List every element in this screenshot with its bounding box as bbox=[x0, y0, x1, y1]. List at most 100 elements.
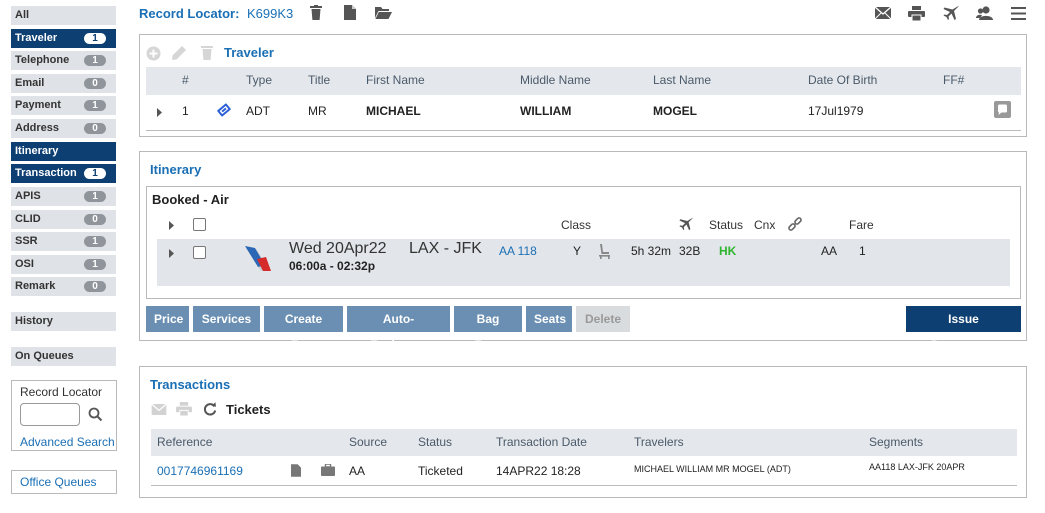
sidebar-item-payment[interactable]: Payment 1 bbox=[11, 96, 116, 115]
tickets-heading: Tickets bbox=[226, 402, 271, 417]
sidebar-item-label: Transaction bbox=[15, 167, 77, 179]
document-icon[interactable] bbox=[344, 5, 356, 20]
segment-checkbox[interactable] bbox=[193, 246, 206, 259]
trash-icon[interactable] bbox=[201, 45, 213, 60]
sidebar-item-label: OSI bbox=[15, 258, 34, 270]
flight-number-link[interactable]: AA 118 bbox=[499, 244, 537, 258]
ticket-icon bbox=[216, 102, 232, 118]
itinerary-section-title: Itinerary bbox=[150, 162, 202, 177]
trash-icon[interactable] bbox=[310, 5, 322, 20]
sidebar-history[interactable]: History bbox=[11, 312, 116, 331]
sidebar-on-queues[interactable]: On Queues bbox=[11, 347, 116, 366]
traveler-num: 1 bbox=[182, 104, 189, 118]
count-badge: 1 bbox=[84, 236, 106, 247]
seat-icon[interactable] bbox=[597, 243, 611, 259]
segment-duration: 5h 32m bbox=[631, 244, 672, 258]
col-header-reference: Reference bbox=[157, 435, 213, 449]
sidebar-item-apis[interactable]: APIS 1 bbox=[11, 187, 116, 206]
services-button[interactable]: Services bbox=[193, 306, 260, 332]
col-header-first-name: First Name bbox=[366, 73, 425, 87]
ticket-date: 14APR22 18:28 bbox=[496, 464, 581, 478]
col-header-status: Status bbox=[709, 218, 744, 232]
col-header-travelers: Travelers bbox=[634, 435, 684, 449]
sidebar-item-address[interactable]: Address 0 bbox=[11, 119, 116, 138]
record-locator-search-box: Record Locator Advanced Search bbox=[11, 380, 117, 451]
edit-icon[interactable] bbox=[172, 46, 186, 60]
itinerary-panel: Itinerary Booked - Air Class Status Cnx … bbox=[139, 151, 1027, 352]
briefcase-icon[interactable] bbox=[321, 464, 335, 476]
advanced-search-link[interactable]: Advanced Search bbox=[20, 435, 115, 449]
sidebar-item-all[interactable]: All bbox=[11, 6, 116, 25]
folder-open-icon[interactable] bbox=[375, 6, 392, 19]
col-header-transaction-date: Transaction Date bbox=[496, 435, 587, 449]
transactions-panel: Transactions Tickets Reference Source St… bbox=[139, 366, 1027, 498]
traveler-title: MR bbox=[308, 104, 327, 118]
sidebar-item-remark[interactable]: Remark 0 bbox=[11, 277, 116, 296]
count-badge: 0 bbox=[84, 281, 106, 292]
fare-number: 1 bbox=[859, 244, 866, 258]
traveler-panel: Traveler # Type Title First Name Middle … bbox=[139, 34, 1027, 137]
office-queues-link[interactable]: Office Queues bbox=[11, 470, 117, 494]
col-header-dob: Date Of Birth bbox=[808, 73, 878, 87]
price-button[interactable]: Price bbox=[146, 306, 189, 332]
expand-arrow-icon[interactable] bbox=[157, 108, 163, 117]
sidebar-item-telephone[interactable]: Telephone 1 bbox=[11, 51, 116, 70]
flight-segment-row[interactable]: Wed 20Apr22 06:00a - 02:32p LAX - JFK AA… bbox=[157, 239, 1010, 286]
sidebar-item-traveler[interactable]: Traveler 1 bbox=[11, 29, 116, 48]
traveler-table-header: # Type Title First Name Middle Name Last… bbox=[146, 67, 1021, 95]
ticket-status: Ticketed bbox=[418, 464, 463, 478]
segment-route: LAX - JFK bbox=[409, 240, 482, 257]
sidebar-item-transaction[interactable]: Transaction 1 bbox=[11, 164, 116, 183]
envelope-icon[interactable] bbox=[875, 7, 891, 19]
col-header-fare: Fare bbox=[849, 218, 874, 232]
record-locator-value: K699K3 bbox=[247, 6, 294, 21]
auto-exchange-button[interactable]: Auto-Exchange bbox=[347, 306, 450, 352]
table-row[interactable]: 1 ADT MR MICHAEL WILLIAM MOGEL 17Jul1979 bbox=[146, 95, 1021, 131]
add-icon[interactable] bbox=[146, 46, 161, 61]
col-header-source: Source bbox=[349, 435, 388, 449]
seats-button[interactable]: Seats bbox=[526, 306, 572, 332]
table-row[interactable]: 0017746961169 AA Ticketed 14APR22 18:28 … bbox=[151, 456, 1017, 486]
sidebar-item-osi[interactable]: OSI 1 bbox=[11, 255, 116, 274]
segment-class: Y bbox=[573, 244, 582, 258]
sidebar-item-clid[interactable]: CLID 0 bbox=[11, 210, 116, 229]
sidebar-item-label: Email bbox=[15, 77, 45, 89]
segment-times: 06:00a - 02:32p bbox=[289, 259, 376, 273]
col-header-type: Type bbox=[246, 73, 273, 87]
print-icon[interactable] bbox=[908, 6, 925, 21]
airplane-icon[interactable] bbox=[943, 5, 959, 21]
ticket-reference-link[interactable]: 0017746961169 bbox=[157, 464, 243, 478]
sidebar-item-ssr[interactable]: SSR 1 bbox=[11, 232, 116, 251]
count-badge: 1 bbox=[84, 191, 106, 202]
record-locator-input[interactable] bbox=[20, 403, 80, 426]
refresh-icon[interactable] bbox=[203, 402, 217, 416]
delete-button[interactable]: Delete bbox=[576, 306, 630, 332]
select-all-checkbox[interactable] bbox=[193, 218, 206, 231]
col-header-last-name: Last Name bbox=[653, 73, 712, 87]
traveler-middle-name: WILLIAM bbox=[520, 104, 572, 118]
search-icon[interactable] bbox=[88, 407, 103, 422]
sidebar-item-email[interactable]: Email 0 bbox=[11, 74, 116, 93]
col-header-ff: FF# bbox=[943, 73, 965, 87]
print-icon[interactable] bbox=[176, 402, 192, 416]
transactions-section-title: Transactions bbox=[150, 377, 231, 392]
expand-all-arrow-icon[interactable] bbox=[169, 221, 175, 230]
sidebar-item-label: APIS bbox=[15, 190, 41, 202]
bag-fees-button[interactable]: Bag Fees bbox=[454, 306, 522, 352]
traveler-last-name: MOGEL bbox=[653, 104, 697, 118]
envelope-icon[interactable] bbox=[151, 404, 167, 415]
issue-documents-button[interactable]: Issue Documents bbox=[906, 306, 1021, 352]
col-header-cnx: Cnx bbox=[754, 218, 776, 232]
sidebar-item-label: SSR bbox=[15, 235, 38, 247]
document-icon[interactable] bbox=[291, 464, 301, 477]
count-badge: 0 bbox=[84, 214, 106, 225]
traveler-first-name: MICHAEL bbox=[366, 104, 421, 118]
create-fare-button[interactable]: Create Fare bbox=[264, 306, 343, 352]
col-header-class: Class bbox=[561, 218, 592, 232]
sidebar-item-itinerary[interactable]: Itinerary bbox=[11, 142, 116, 161]
menu-icon[interactable] bbox=[1011, 7, 1026, 20]
link-icon bbox=[787, 217, 803, 233]
expand-arrow-icon[interactable] bbox=[169, 249, 175, 258]
comment-icon[interactable] bbox=[994, 101, 1011, 118]
users-icon[interactable] bbox=[976, 6, 994, 20]
